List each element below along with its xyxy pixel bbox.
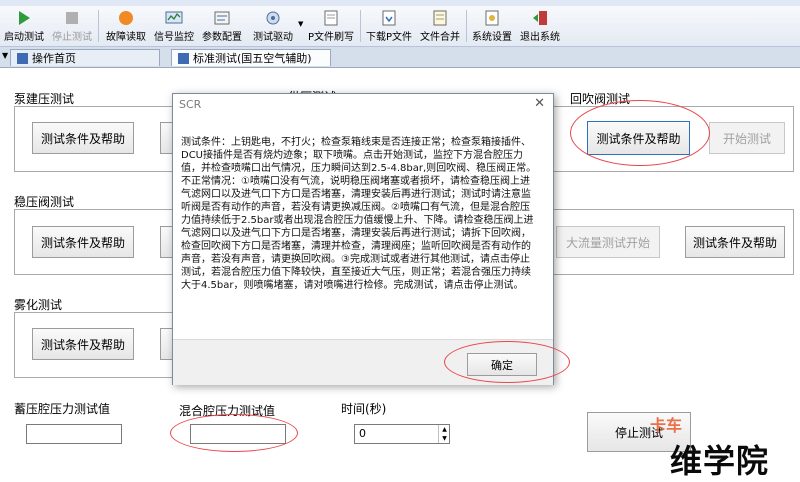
param-config-icon [212,9,232,27]
toolbar-separator [98,10,99,42]
start-test-button[interactable]: 启动测试 [2,6,46,46]
close-icon[interactable]: ✕ [534,96,545,111]
test-drive-icon [263,9,283,27]
test-drive-button[interactable]: 测试驱动 [248,6,298,46]
signal-monitor-button[interactable]: 信号监控 [152,6,196,46]
tab-home[interactable]: 操作首页 [10,49,160,66]
home-tab-icon [17,52,28,64]
settings-icon [482,9,502,27]
toolbar-separator [360,10,361,42]
file-merge-button[interactable]: 文件合并 [418,6,462,46]
regulator-test-title: 稳压阀测试 [14,195,75,209]
tab-standard-test[interactable]: 标准测试(国五空气辅助) [171,49,331,66]
mix-pressure-label: 混合腔压力测试值 [179,404,276,418]
fault-read-button[interactable]: 故障读取 [104,6,148,46]
pfile-flash-icon [321,9,341,27]
watermark-text: 维学院 [670,442,770,480]
pfile-flash-button[interactable]: P文件刷写 [306,6,356,46]
purge-valve-test-title: 回吹阀测试 [570,92,631,106]
purge-start-button[interactable]: 开始测试 [709,122,785,154]
dialog-title: SCR [179,98,202,111]
signal-monitor-icon [164,9,184,27]
toolbar: 启动测试 停止测试 故障读取 信号监控 参数配置 测试驱动 ▼ P文件刷写 下载… [0,6,800,47]
time-stepper-arrows-icon[interactable]: ▲ ▼ [438,425,450,443]
scr-dialog: SCR ✕ 测试条件：上钥匙电，不打火；检查泵箱线束是否连接正常；检查泵箱接插件… [172,93,554,385]
atomize-test-title: 雾化测试 [14,298,63,312]
dialog-message: 测试条件：上钥匙电，不打火；检查泵箱线束是否连接正常；检查泵箱接插件、DCU接插… [181,137,537,291]
watermark-logo: 卡车 [650,416,683,435]
exit-system-button[interactable]: 退出系统 [518,6,562,46]
ok-button[interactable]: 确定 [467,353,537,376]
flow-help-button[interactable]: 测试条件及帮助 [685,226,785,258]
regulator-help-button[interactable]: 测试条件及帮助 [32,226,134,258]
file-merge-icon [430,9,450,27]
fault-read-icon [116,9,136,27]
time-label: 时间(秒) [341,402,387,416]
download-pfile-button[interactable]: 下载P文件 [364,6,414,46]
accum-pressure-label: 蓄压腔压力测试值 [14,402,111,416]
purge-help-button[interactable]: 测试条件及帮助 [587,121,690,155]
time-stepper[interactable]: 0 [354,424,450,444]
atomize-help-button[interactable]: 测试条件及帮助 [32,328,134,360]
dropdown-arrow-icon[interactable]: ▼ [298,20,303,28]
pump-test-title: 泵建压测试 [14,92,75,106]
param-config-button[interactable]: 参数配置 [200,6,244,46]
system-settings-button[interactable]: 系统设置 [470,6,514,46]
mix-pressure-field[interactable] [190,424,286,444]
pump-help-button[interactable]: 测试条件及帮助 [32,122,134,154]
dialog-footer: 确定 [173,339,553,385]
standard-tab-icon [178,52,189,64]
exit-icon [530,9,550,27]
stop-test-button[interactable]: 停止测试 [50,6,94,46]
toolbar-separator [466,10,467,42]
play-icon [14,9,34,27]
download-icon [379,9,399,27]
high-flow-start-button[interactable]: 大流量测试开始 [556,226,660,258]
tab-strip: ▼ 操作首页 标准测试(国五空气辅助) [0,47,800,68]
accum-pressure-field[interactable] [26,424,122,444]
tab-menu-arrow-icon[interactable]: ▼ [2,51,8,60]
stop-icon [62,9,82,27]
